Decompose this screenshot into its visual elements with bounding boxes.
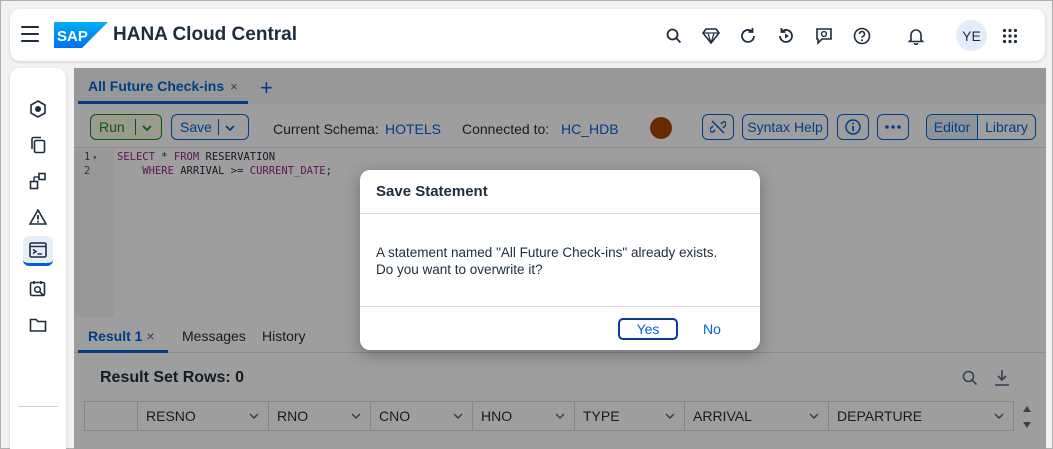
sql-console-icon[interactable] — [23, 236, 53, 266]
dialog-message: A statement named "All Future Check-ins"… — [376, 244, 746, 278]
dialog-message-line: Do you want to overwrite it? — [376, 262, 543, 277]
help-icon[interactable] — [851, 25, 873, 47]
database-objects-icon[interactable] — [23, 166, 53, 196]
folder-icon[interactable] — [23, 310, 53, 340]
dialog-title: Save Statement — [376, 183, 488, 200]
menu-icon[interactable] — [21, 26, 39, 42]
nav-divider — [18, 406, 58, 407]
avatar[interactable]: YE — [956, 20, 987, 51]
app-grid-icon[interactable] — [999, 25, 1021, 47]
dialog-message-line: A statement named "All Future Check-ins"… — [376, 245, 718, 260]
app-window: SAP HANA Cloud Central YE All Future Che… — [0, 0, 1053, 449]
copy-icon[interactable] — [23, 130, 53, 160]
diamond-icon[interactable] — [700, 25, 722, 47]
notification-bell-icon[interactable] — [905, 25, 927, 47]
refresh-icon[interactable] — [737, 25, 759, 47]
history-icon[interactable] — [775, 25, 797, 47]
app-title: HANA Cloud Central — [113, 24, 298, 45]
analyzer-icon[interactable] — [23, 274, 53, 304]
search-icon[interactable] — [663, 25, 685, 47]
svg-text:SAP: SAP — [57, 28, 88, 45]
shell-bar: SAP HANA Cloud Central YE — [10, 9, 1045, 61]
feedback-icon[interactable] — [813, 25, 835, 47]
dialog-footer-divider — [360, 306, 760, 307]
sap-logo: SAP — [54, 22, 108, 48]
save-statement-dialog: Save Statement A statement named "All Fu… — [360, 170, 760, 350]
yes-button[interactable]: Yes — [618, 318, 678, 340]
no-button[interactable]: No — [690, 318, 734, 340]
side-navigation — [10, 68, 66, 449]
dialog-divider — [360, 213, 760, 214]
instances-icon[interactable] — [23, 94, 53, 124]
alerts-icon[interactable] — [23, 202, 53, 232]
